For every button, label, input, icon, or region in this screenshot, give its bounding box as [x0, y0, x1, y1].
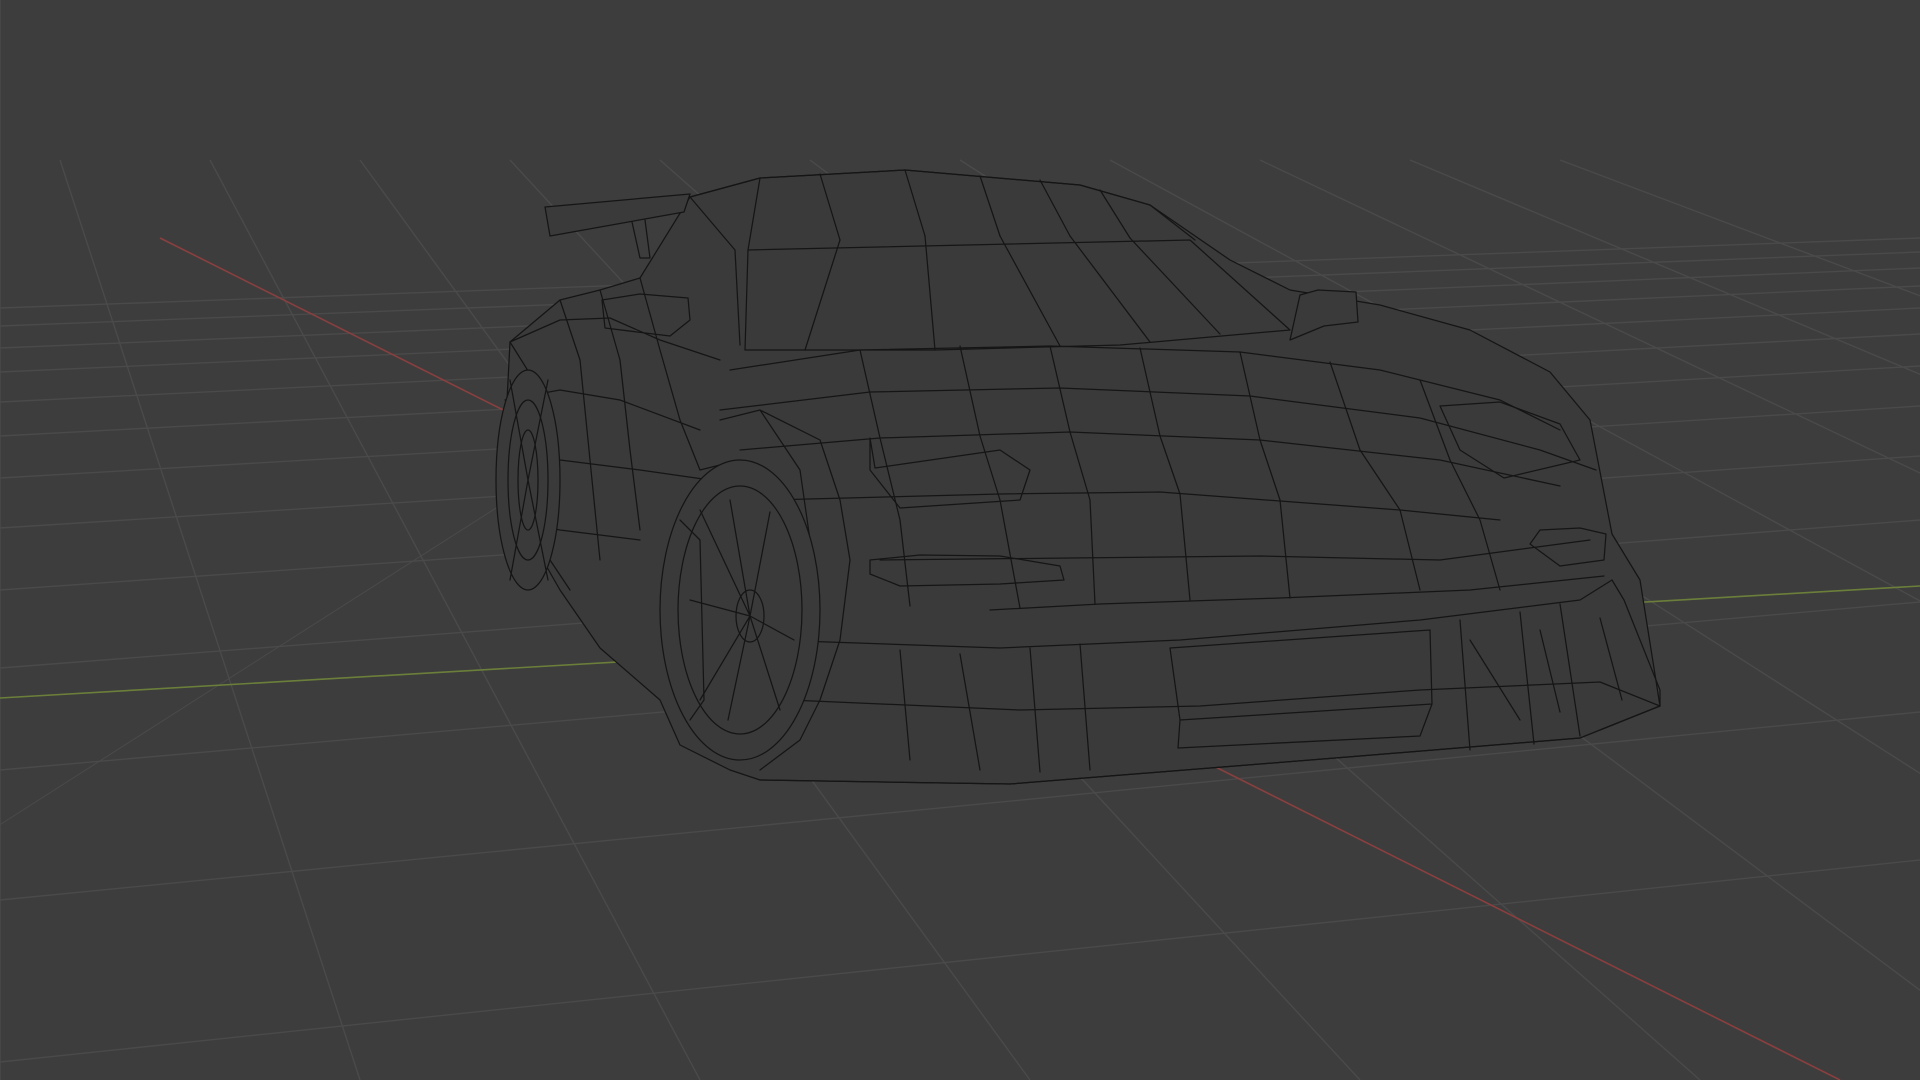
spoiler-post: [631, 219, 651, 259]
rear-left-wheel: [495, 369, 561, 591]
viewport-canvas[interactable]: [0, 0, 1920, 1080]
3d-viewport[interactable]: [0, 0, 1920, 1080]
front-left-wheel: [659, 459, 821, 761]
rear-spoiler: [544, 193, 691, 237]
car-wireframe-mesh[interactable]: [495, 169, 1661, 785]
